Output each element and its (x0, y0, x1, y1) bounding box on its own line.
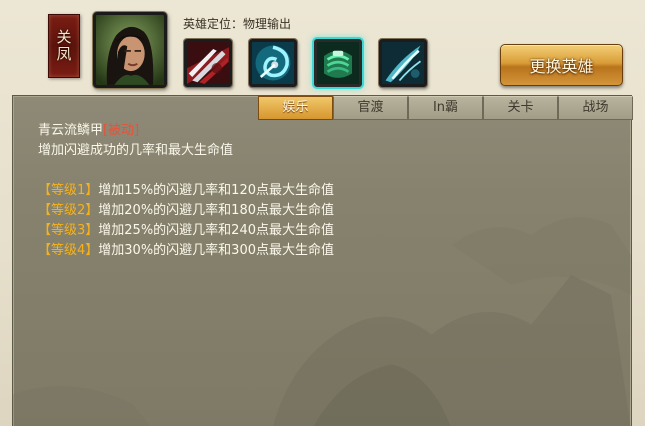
skill-level-text: 增加30%的闪避几率和300点最大生命值 (98, 243, 334, 258)
skill-level-tag: 【等级1】 (38, 183, 99, 198)
tab-in-ba[interactable]: In霸 (408, 96, 483, 120)
skill-level-text: 增加20%的闪避几率和180点最大生命值 (98, 203, 334, 218)
cyan-spiral-icon (252, 42, 294, 84)
skill-description-text: 增加闪避成功的几率和最大生命值 (38, 143, 234, 158)
skill-slot-2[interactable] (249, 39, 297, 87)
skill-level-row: 【等级4】增加30%的闪避几率和300点最大生命值 (38, 241, 334, 261)
tab-entertainment[interactable]: 娱乐 (258, 96, 333, 120)
hero-role-label: 英雄定位：物理输出 (183, 17, 292, 31)
hero-name-tag: 关凤 (48, 14, 80, 78)
tab-battlefield[interactable]: 战场 (558, 96, 633, 120)
skill-title-line: 青云流鳞甲[被动] (38, 121, 334, 141)
hero-skill-screen: 关凤 英雄定位：物理输出 更换英雄 娱乐 官渡 In霸 关卡 战场 青云流鳞甲[… (0, 0, 645, 426)
change-hero-button[interactable]: 更换英雄 (500, 44, 623, 86)
skill-slot-4[interactable] (379, 39, 427, 87)
hero-name: 关凤 (54, 29, 73, 63)
green-scale-armor-icon (317, 42, 359, 84)
skill-level-row: 【等级2】增加20%的闪避几率和180点最大生命值 (38, 201, 334, 221)
skill-type-tag: [被动] (103, 123, 140, 138)
red-claw-slash-icon (187, 42, 229, 84)
skill-description: 青云流鳞甲[被动] 增加闪避成功的几率和最大生命值 【等级1】增加15%的闪避几… (38, 121, 334, 261)
hero-portrait[interactable] (93, 12, 167, 88)
skill-level-text: 增加15%的闪避几率和120点最大生命值 (98, 183, 334, 198)
skill-slot-3[interactable] (314, 39, 362, 87)
skill-slot-1[interactable] (184, 39, 232, 87)
skill-level-tag: 【等级4】 (38, 243, 99, 258)
skill-level-tag: 【等级2】 (38, 203, 99, 218)
tab-guandu[interactable]: 官渡 (333, 96, 408, 120)
tab-stage[interactable]: 关卡 (483, 96, 558, 120)
hero-portrait-image (96, 15, 164, 85)
blue-wing-slash-icon (382, 42, 424, 84)
skill-level-row: 【等级3】增加25%的闪避几率和240点最大生命值 (38, 221, 334, 241)
skill-level-row: 【等级1】增加15%的闪避几率和120点最大生命值 (38, 181, 334, 201)
mode-tabs: 娱乐 官渡 In霸 关卡 战场 (258, 96, 633, 120)
skill-level-tag: 【等级3】 (38, 223, 99, 238)
skill-name: 青云流鳞甲 (38, 123, 104, 138)
skill-level-text: 增加25%的闪避几率和240点最大生命值 (98, 223, 334, 238)
